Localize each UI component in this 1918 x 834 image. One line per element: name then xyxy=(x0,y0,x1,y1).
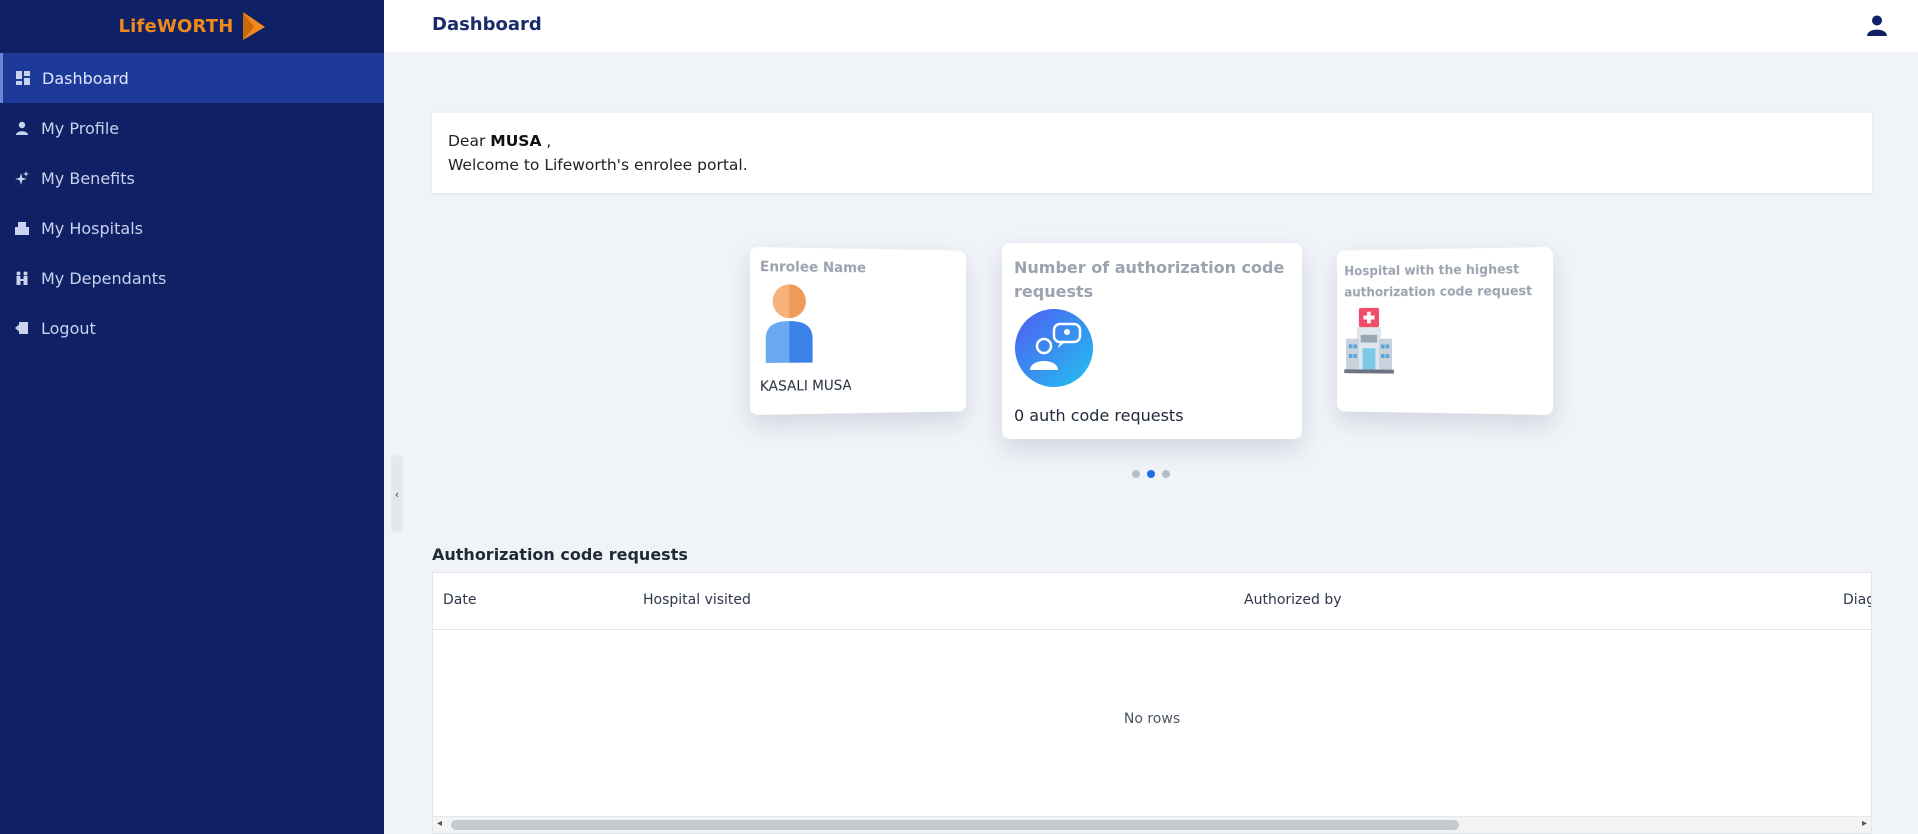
greeting-suffix: , xyxy=(541,132,552,150)
carousel-dot[interactable] xyxy=(1132,470,1140,478)
card-title: Enrolee Name xyxy=(759,259,867,277)
greeting-line: Dear MUSA , xyxy=(448,129,1856,153)
scroll-right-icon[interactable]: ▸ xyxy=(1862,818,1867,829)
chevron-left-icon: ‹ xyxy=(394,487,400,501)
column-header-date[interactable]: Date xyxy=(443,592,476,608)
enrolee-name-value: KASALI MUSA xyxy=(759,378,852,395)
sidebar-item-label: Logout xyxy=(41,318,96,338)
scroll-left-icon[interactable]: ◂ xyxy=(437,818,442,829)
sidebar-item-label: Dashboard xyxy=(42,68,129,88)
greeting-prefix: Dear xyxy=(448,132,486,150)
sidebar-nav: Dashboard My Profile My Benefits My Hosp… xyxy=(0,53,384,353)
card-title: Hospital with the highest authorization … xyxy=(1344,262,1533,301)
hospital-building-icon xyxy=(1344,307,1394,374)
logo-arrow-icon xyxy=(242,12,265,40)
sparkle-icon xyxy=(15,171,29,185)
column-header-authorized-by[interactable]: Authorized by xyxy=(1244,592,1342,608)
sidebar: LifeWORTH Dashboard My Profile My Benefi… xyxy=(0,0,384,834)
empty-table-message: No rows xyxy=(1123,711,1181,727)
person-icon xyxy=(15,121,29,135)
carousel-dots xyxy=(1132,470,1170,478)
logout-icon xyxy=(15,321,29,335)
account-icon[interactable] xyxy=(1866,14,1888,36)
column-header-diagnosis[interactable]: Diag xyxy=(1843,592,1871,608)
sidebar-item-my-hospitals[interactable]: My Hospitals xyxy=(0,203,384,253)
sidebar-item-label: My Profile xyxy=(41,118,120,138)
brand-name: LifeWORTH xyxy=(118,15,234,37)
sidebar-item-label: My Dependants xyxy=(41,268,167,288)
top-hospital-card[interactable]: Hospital with the highest authorization … xyxy=(1337,247,1553,415)
person-avatar-icon xyxy=(765,284,813,363)
family-icon xyxy=(15,271,29,285)
top-bar: Dashboard xyxy=(384,0,1918,52)
sidebar-collapse-button[interactable]: ‹ xyxy=(391,455,403,533)
card-title: Number of authorization code requests xyxy=(1014,258,1285,301)
hospital-icon xyxy=(15,221,29,235)
welcome-banner: Dear MUSA , Welcome to Lifeworth's enrol… xyxy=(432,113,1872,193)
sidebar-item-my-dependants[interactable]: My Dependants xyxy=(0,253,384,303)
carousel-dot[interactable] xyxy=(1162,470,1170,478)
carousel-dot-active[interactable] xyxy=(1147,470,1155,478)
sidebar-item-label: My Hospitals xyxy=(41,218,143,238)
sidebar-item-my-profile[interactable]: My Profile xyxy=(0,103,384,153)
sidebar-item-my-benefits[interactable]: My Benefits xyxy=(0,153,384,203)
auth-requests-card[interactable]: Number of authorization code requests 0 … xyxy=(1002,243,1302,439)
user-first-name: MUSA xyxy=(490,132,542,150)
brand-logo[interactable]: LifeWORTH xyxy=(0,0,384,52)
auth-requests-table: Date Hospital visited Authorized by Diag… xyxy=(432,572,1872,834)
sidebar-item-label: My Benefits xyxy=(41,168,135,188)
enrolee-name-card[interactable]: Enrolee Name KASALI MUSA xyxy=(750,247,966,415)
scrollbar-thumb[interactable] xyxy=(451,820,1459,830)
page-title: Dashboard xyxy=(432,14,542,35)
auth-requests-section-title: Authorization code requests xyxy=(432,545,688,564)
auth-requests-value: 0 auth code requests xyxy=(1014,406,1184,425)
welcome-message: Welcome to Lifeworth's enrolee portal. xyxy=(448,156,748,174)
user-chat-icon xyxy=(1015,309,1093,387)
sidebar-item-dashboard[interactable]: Dashboard xyxy=(0,53,384,103)
sidebar-item-logout[interactable]: Logout xyxy=(0,303,384,353)
column-header-hospital[interactable]: Hospital visited xyxy=(643,592,751,608)
horizontal-scrollbar[interactable]: ◂ ▸ xyxy=(433,816,1871,833)
dashboard-icon xyxy=(16,71,30,85)
table-header: Date Hospital visited Authorized by Diag xyxy=(433,573,1871,630)
